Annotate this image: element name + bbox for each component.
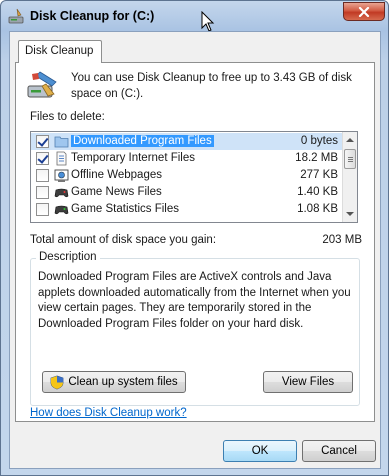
ok-button[interactable]: OK	[223, 440, 297, 462]
intro-text: You can use Disk Cleanup to free up to 3…	[71, 72, 352, 100]
list-item[interactable]: Downloaded Program Files 0 bytes	[31, 133, 344, 150]
row-checkbox[interactable]	[36, 135, 49, 148]
total-space-value: 203 MB	[322, 234, 362, 246]
close-button[interactable]	[343, 2, 385, 21]
button-label: Cancel	[321, 445, 357, 457]
clean-up-system-files-button[interactable]: Clean up system files	[42, 371, 186, 393]
description-text: Downloaded Program Files are ActiveX con…	[38, 271, 351, 330]
disk-cleanup-broom-icon	[27, 71, 57, 98]
row-size: 1.40 KB	[297, 186, 338, 198]
list-item[interactable]: Offline Webpages 277 KB	[31, 167, 344, 184]
offline-webpages-icon	[54, 169, 69, 182]
files-list[interactable]: Downloaded Program Files 0 bytes Tempora…	[30, 131, 358, 223]
uac-shield-icon	[50, 375, 64, 389]
row-size: 18.2 MB	[295, 152, 338, 164]
row-checkbox[interactable]	[36, 169, 49, 182]
row-checkbox[interactable]	[36, 203, 49, 216]
close-icon	[358, 6, 370, 17]
row-checkbox[interactable]	[36, 186, 49, 199]
row-checkbox[interactable]	[36, 152, 49, 165]
disk-cleanup-icon	[8, 8, 24, 24]
scroll-down-arrow-icon[interactable]	[346, 212, 354, 216]
grip-line	[348, 157, 353, 158]
description-title: Description	[36, 251, 100, 263]
document-icon	[56, 151, 67, 166]
view-files-button[interactable]: View Files	[263, 371, 353, 393]
button-label: View Files	[281, 376, 335, 388]
row-name: Temporary Internet Files	[71, 152, 195, 164]
row-name: Offline Webpages	[71, 169, 162, 181]
dialog-body: Disk Cleanup You can use Disk Cleanup to…	[9, 31, 381, 469]
row-name: Game News Files	[71, 186, 162, 198]
grip-line	[348, 159, 353, 160]
cancel-button[interactable]: Cancel	[302, 440, 376, 462]
row-size: 1.08 KB	[297, 203, 338, 215]
title-bar[interactable]: Disk Cleanup for (C:)	[1, 1, 388, 31]
game-controller-icon	[54, 188, 69, 198]
list-item[interactable]: Game News Files 1.40 KB	[31, 184, 344, 201]
row-size: 277 KB	[300, 169, 338, 181]
folder-icon	[54, 136, 69, 148]
disk-cleanup-window: Disk Cleanup for (C:) Disk Cleanup You c…	[0, 0, 389, 476]
list-scrollbar[interactable]	[342, 132, 357, 222]
list-item[interactable]: Temporary Internet Files 18.2 MB	[31, 150, 344, 167]
scroll-up-arrow-icon[interactable]	[346, 138, 354, 142]
grip-line	[348, 161, 353, 162]
how-does-disk-cleanup-work-link[interactable]: How does Disk Cleanup work?	[30, 407, 187, 419]
window-title: Disk Cleanup for (C:)	[30, 9, 155, 23]
game-controller-icon	[54, 205, 69, 215]
files-to-delete-label: Files to delete:	[30, 111, 105, 123]
total-space-label: Total amount of disk space you gain:	[30, 234, 217, 246]
tab-label: Disk Cleanup	[25, 45, 94, 57]
row-size: 0 bytes	[300, 135, 338, 147]
row-name: Game Statistics Files	[71, 203, 179, 215]
mouse-pointer-icon	[201, 11, 215, 32]
list-item[interactable]: Game Statistics Files 1.08 KB	[31, 201, 344, 218]
tab-disk-cleanup[interactable]: Disk Cleanup	[18, 40, 102, 63]
scrollbar-thumb[interactable]	[344, 149, 356, 169]
row-name: Downloaded Program Files	[71, 135, 214, 147]
button-label: Clean up system files	[68, 376, 178, 388]
button-label: OK	[251, 445, 269, 457]
